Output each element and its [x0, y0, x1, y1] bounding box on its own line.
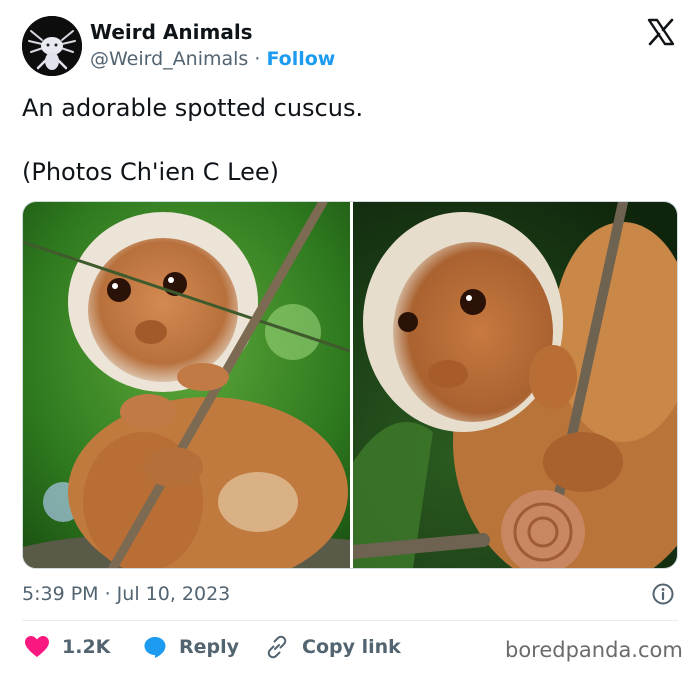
reply-label: Reply	[179, 636, 240, 658]
heart-icon	[25, 636, 49, 657]
like-count: 1.2K	[62, 636, 111, 658]
like-button[interactable]: 1.2K	[24, 634, 110, 660]
speech-bubble-icon	[144, 637, 166, 658]
info-icon[interactable]	[651, 582, 675, 606]
follow-button[interactable]: Follow	[266, 48, 335, 70]
cuscus-photo-2[interactable]	[353, 202, 678, 568]
author-name[interactable]: Weird Animals	[90, 20, 253, 44]
author-handle-line: @Weird_Animals · Follow	[90, 48, 335, 70]
x-logo-icon[interactable]	[646, 17, 676, 47]
copy-link-label: Copy link	[302, 636, 401, 658]
tweet-line-2: (Photos Ch'ien C Lee)	[22, 158, 280, 186]
media-grid	[22, 201, 678, 569]
reply-button[interactable]: Reply	[143, 634, 239, 660]
avatar[interactable]	[22, 16, 82, 76]
tweet-timestamp[interactable]: 5:39 PM · Jul 10, 2023	[22, 583, 230, 605]
divider	[22, 620, 678, 621]
watermark: boredpanda.com	[505, 638, 683, 662]
author-handle[interactable]: @Weird_Animals	[90, 48, 248, 70]
tweet-text: An adorable spotted cuscus. (Photos Ch'i…	[22, 92, 662, 188]
link-icon	[267, 635, 287, 659]
tweet-card: Weird Animals @Weird_Animals · Follow An…	[0, 0, 700, 673]
axolotl-avatar-image	[22, 16, 82, 76]
copy-link-button[interactable]: Copy link	[264, 634, 401, 660]
tweet-line-1: An adorable spotted cuscus.	[22, 94, 364, 122]
handle-separator: ·	[254, 48, 261, 70]
cuscus-photo-1[interactable]	[23, 202, 350, 568]
